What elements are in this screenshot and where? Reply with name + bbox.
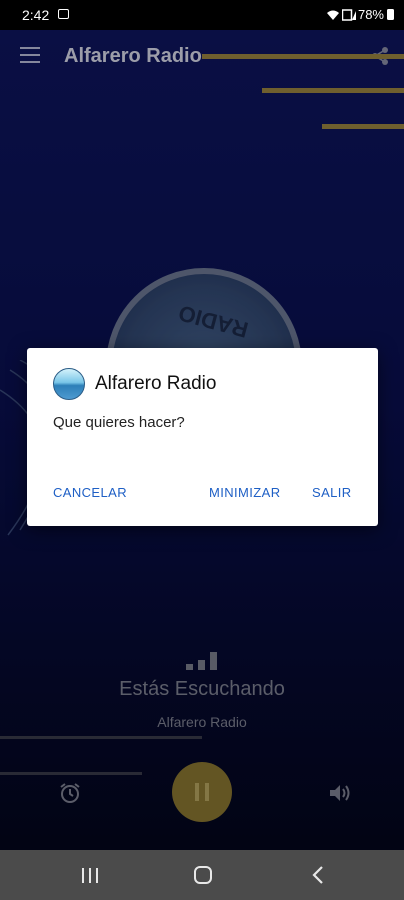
menu-icon[interactable] [20,47,40,63]
minimize-button[interactable]: MINIMIZAR [209,485,280,500]
battery-icon [387,9,394,20]
cancel-button[interactable]: CANCELAR [53,485,127,500]
recent-apps-icon[interactable] [82,868,102,883]
image-icon [58,9,69,19]
dialog-message: Que quieres hacer? [53,414,185,431]
listening-label: Estás Escuchando [119,678,285,700]
status-time: 2:42 [22,7,50,23]
back-icon[interactable] [312,866,324,884]
status-right-group: 78% [326,7,394,22]
play-pause-button[interactable] [172,762,232,822]
dialog-title: Alfarero Radio [95,373,217,394]
status-bar: 2:42 78% [0,0,404,30]
decorative-line [322,124,404,129]
equalizer-icon [186,650,220,670]
decorative-line [0,736,202,739]
battery-percent: 78% [357,7,384,22]
app-title: Alfarero Radio [64,45,202,67]
decorative-line [262,88,404,93]
alarm-icon[interactable] [59,782,81,804]
volume-icon[interactable] [328,782,352,804]
app-logo-icon [53,368,85,400]
decorative-line [202,54,404,59]
system-navigation-bar [0,850,404,900]
wifi-icon [326,9,339,21]
decorative-line [0,772,142,775]
signal-icon [341,8,356,21]
exit-button[interactable]: SALIR [312,485,352,500]
station-name: Alfarero Radio [157,714,247,730]
exit-dialog: Alfarero Radio Que quieres hacer? CANCEL… [27,348,378,526]
home-icon[interactable] [194,866,212,884]
pause-icon [195,783,209,801]
